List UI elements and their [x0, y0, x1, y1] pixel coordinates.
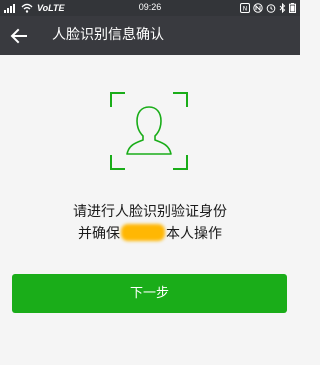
- svg-text:N: N: [243, 6, 248, 13]
- battery-icon: [289, 3, 296, 13]
- back-button[interactable]: [8, 25, 30, 47]
- instruction-line-2: 并确保 本人操作: [0, 224, 300, 244]
- nfc-icon: [253, 3, 263, 13]
- redacted-name: [121, 224, 165, 241]
- page-title: 人脸识别信息确认: [52, 27, 164, 43]
- status-bar: VoLTE 09:26 N: [0, 0, 300, 16]
- data-icon: N: [240, 3, 250, 13]
- alarm-icon: [266, 4, 276, 13]
- instruction-prefix: 并确保: [78, 226, 120, 242]
- bluetooth-icon: [279, 3, 286, 13]
- main-content: 请进行人脸识别验证身份 并确保 本人操作 下一步: [0, 55, 300, 365]
- face-frame-icon: [110, 92, 188, 170]
- title-bar: 人脸识别信息确认: [0, 16, 300, 55]
- status-right: N: [240, 3, 296, 13]
- next-button[interactable]: 下一步: [12, 274, 287, 313]
- instruction-suffix: 本人操作: [166, 226, 222, 242]
- instruction-line-1: 请进行人脸识别验证身份: [73, 204, 227, 220]
- back-arrow-icon: [10, 28, 27, 44]
